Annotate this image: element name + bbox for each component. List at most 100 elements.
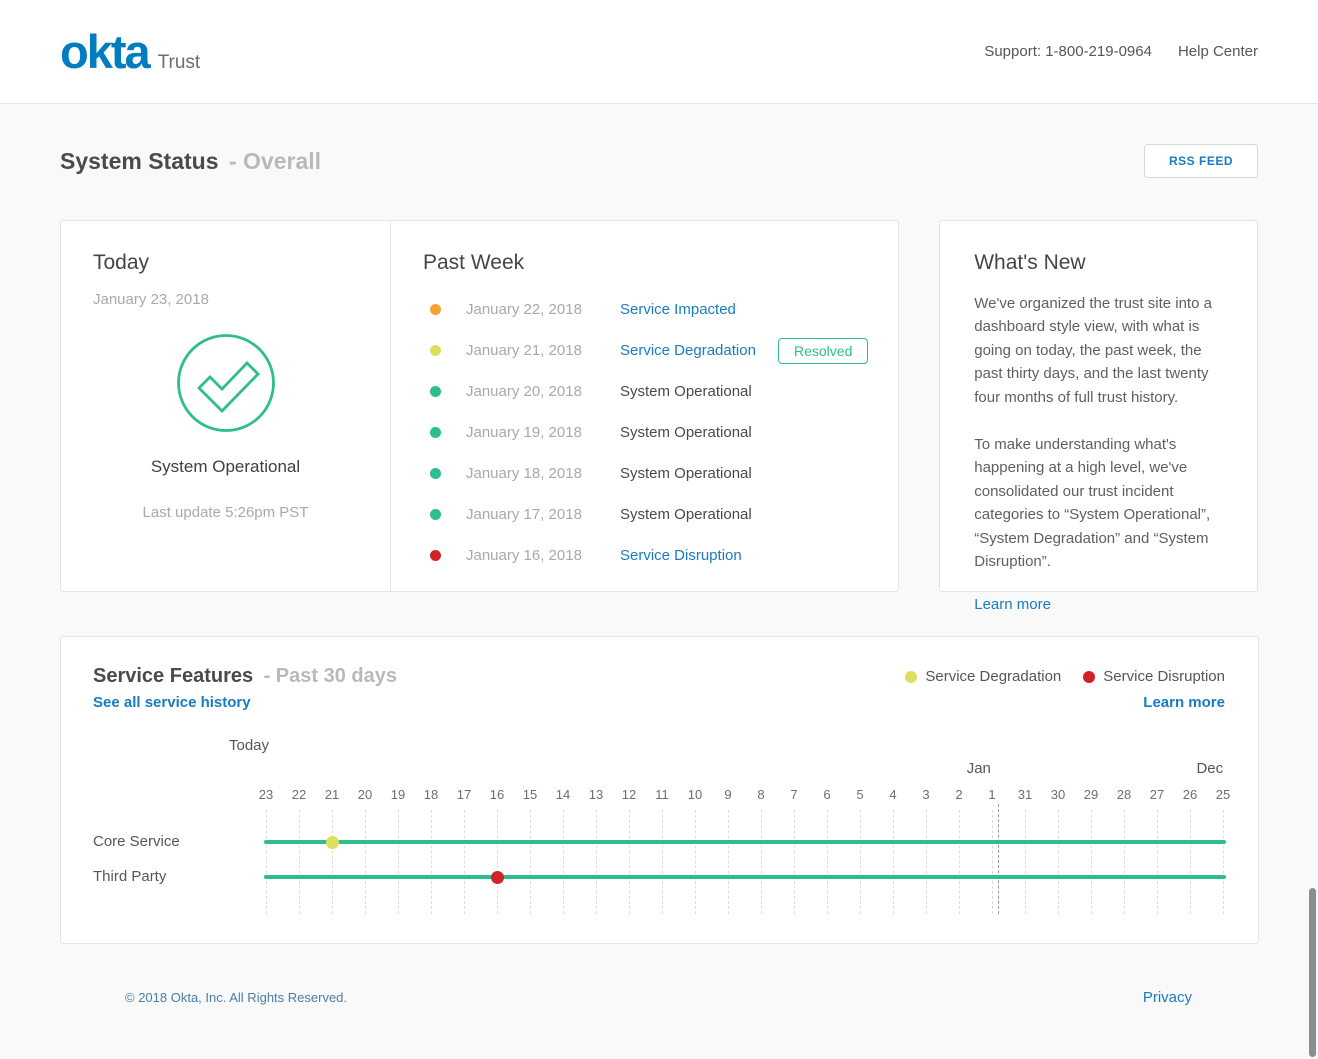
incident-date: January 21, 2018 [466,342,620,359]
top-header: okta Trust Support: 1-800-219-0964 Help … [0,0,1318,104]
logo-trust-label: Trust [158,52,201,74]
legend-item-degradation: Service Degradation [905,668,1061,685]
status-dot-icon [430,427,441,438]
okta-logo[interactable]: okta [60,28,149,75]
chart-gridline [398,810,399,914]
page-title-sub: - Overall [229,148,321,174]
legend-label: Service Disruption [1103,668,1225,685]
status-card: Today January 23, 2018 System Operationa… [60,220,899,592]
past-week-row: January 19, 2018 System Operational [391,412,898,453]
status-dot-icon [430,509,441,520]
past-week-row: January 21, 2018 Service Degradation Res… [391,330,898,371]
chart-day-tick: 26 [1178,787,1202,802]
chart-gridline [860,810,861,914]
chart-gridline [1058,810,1059,914]
incident-date: January 17, 2018 [466,506,620,523]
chart-gridline [1157,810,1158,914]
status-dot-icon [430,550,441,561]
chart-day-tick: 4 [881,787,905,802]
chart-gridline [992,810,993,914]
incident-status[interactable]: Service Degradation [620,342,756,359]
chart-gridline [695,810,696,914]
incident-date: January 19, 2018 [466,424,620,441]
chart-day-tick: 23 [254,787,278,802]
chart-day-tick: 5 [848,787,872,802]
disruption-dot-icon [1083,671,1095,683]
chart-day-tick: 12 [617,787,641,802]
chart-day-tick: 9 [716,787,740,802]
incident-status[interactable]: Service Disruption [620,547,742,564]
chart-gridline [266,810,267,914]
chart-gridline [1223,810,1224,914]
rss-feed-button[interactable]: RSS FEED [1144,144,1258,178]
chart-legend: Service Degradation Service Disruption [905,668,1225,685]
service-features-subtitle: - Past 30 days [264,665,397,687]
chart-day-tick: 10 [683,787,707,802]
chart-day-tick: 21 [320,787,344,802]
page-title: System Status - Overall [60,148,321,175]
chart-day-tick: 20 [353,787,377,802]
status-dot-icon [430,386,441,397]
chart-day-tick: 6 [815,787,839,802]
incident-status: System Operational [620,424,752,441]
today-title: Today [93,251,358,275]
incident-dot-disruption[interactable] [491,871,504,884]
chart-gridline [629,810,630,914]
service-features-title: Service Features [93,665,253,687]
incident-date: January 18, 2018 [466,465,620,482]
incident-status[interactable]: Service Impacted [620,301,736,318]
chart-day-tick: 30 [1046,787,1070,802]
incident-date: January 22, 2018 [466,301,620,318]
degradation-dot-icon [905,671,917,683]
past-week-row: January 22, 2018 Service Impacted [391,289,898,330]
chart-gridline [959,810,960,914]
chart-day-tick: 14 [551,787,575,802]
today-last-update: Last update 5:26pm PST [93,504,358,521]
help-center-link[interactable]: Help Center [1178,43,1258,60]
chart-gridline [1091,810,1092,914]
whats-new-card: What's New We've organized the trust sit… [939,220,1258,592]
chart-gridline [893,810,894,914]
chart-day-tick: 29 [1079,787,1103,802]
chart-day-tick: 28 [1112,787,1136,802]
past-week-list: January 22, 2018 Service Impacted Januar… [391,289,898,576]
timeline-row-label: Core Service [93,833,180,850]
status-dot-icon [430,304,441,315]
chart-day-tick: 16 [485,787,509,802]
resolved-badge: Resolved [778,338,868,364]
chart-day-tick: 31 [1013,787,1037,802]
chart-gridline [497,810,498,914]
incident-date: January 20, 2018 [466,383,620,400]
chart-gridline [1025,810,1026,914]
check-circle-icon [176,333,276,433]
incident-status: System Operational [620,465,752,482]
okta-trust-logo[interactable]: okta Trust [60,28,200,75]
status-dot-icon [430,345,441,356]
whats-new-learn-more-link[interactable]: Learn more [974,596,1051,613]
see-all-service-history-link[interactable]: See all service history [93,694,251,711]
whats-new-paragraph-2: To make understanding what's happening a… [974,433,1224,573]
service-features-learn-more-link[interactable]: Learn more [1143,694,1225,711]
whats-new-title: What's New [974,251,1224,275]
chart-day-tick: 8 [749,787,773,802]
vertical-scrollbar[interactable] [1309,888,1316,1057]
copyright-text: © 2018 Okta, Inc. All Rights Reserved. [125,990,347,1005]
chart-gridline [431,810,432,914]
today-panel: Today January 23, 2018 System Operationa… [61,221,391,591]
status-dot-icon [430,468,441,479]
today-date: January 23, 2018 [93,291,358,308]
chart-gridline [1190,810,1191,914]
past-week-row: January 16, 2018 Service Disruption [391,535,898,576]
page-title-main: System Status [60,148,219,174]
privacy-link[interactable]: Privacy [1143,989,1192,1006]
chart-month-label: Jan [959,760,999,777]
past-week-panel: Past Week January 22, 2018 Service Impac… [391,221,898,591]
past-week-row: January 18, 2018 System Operational [391,453,898,494]
past-week-row: January 17, 2018 System Operational [391,494,898,535]
chart-day-tick: 25 [1211,787,1235,802]
chart-day-tick: 27 [1145,787,1169,802]
chart-day-tick: 18 [419,787,443,802]
support-phone: Support: 1-800-219-0964 [984,43,1152,60]
chart-gridline [662,810,663,914]
incident-dot-degradation[interactable] [326,836,339,849]
